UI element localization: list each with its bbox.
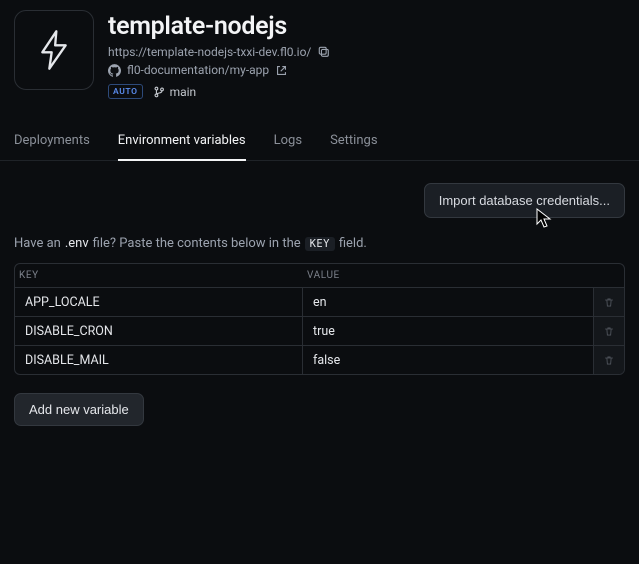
add-new-variable-button[interactable]: Add new variable [14,393,144,426]
env-value-cell[interactable]: true [303,317,594,345]
tab-environment-variables[interactable]: Environment variables [118,125,246,160]
hint-env-filename: .env [65,236,89,251]
auto-badge: AUTO [108,84,143,99]
repo-row: fl0-documentation/my-app [108,63,330,77]
github-icon [108,64,121,77]
table-row: DISABLE_MAIL false [15,345,624,374]
table-row: DISABLE_CRON true [15,316,624,345]
branch-name: main [170,85,197,99]
branch-indicator: main [153,85,197,99]
trash-icon [604,296,614,309]
env-value-cell[interactable]: en [303,288,594,316]
hint-text: Have an [14,236,61,251]
table-row: APP_LOCALE en [15,287,624,316]
git-branch-icon [153,86,165,98]
hint-key-chip: KEY [305,237,335,251]
app-header: template-nodejs https://template-nodejs-… [0,0,639,109]
tab-settings[interactable]: Settings [330,125,377,160]
env-value-cell[interactable]: false [303,346,594,374]
trash-icon [604,354,614,367]
trash-icon [604,325,614,338]
env-key-cell[interactable]: DISABLE_CRON [15,317,303,345]
app-icon [14,10,94,90]
env-hint: Have an .env file? Paste the contents be… [14,236,625,251]
hint-text: file? Paste the contents below in the [93,236,301,251]
tab-deployments[interactable]: Deployments [14,125,90,160]
delete-row-button[interactable] [594,346,624,374]
external-link-icon[interactable] [275,64,288,77]
page-title: template-nodejs [108,12,330,41]
delete-row-button[interactable] [594,288,624,316]
tab-logs[interactable]: Logs [274,125,302,160]
delete-row-button[interactable] [594,317,624,345]
content-area: Import database credentials... Have an .… [0,161,639,448]
badge-row: AUTO main [108,84,330,99]
env-var-table: KEY VALUE APP_LOCALE en DISABLE_CRON tru… [14,263,625,375]
repo-link[interactable]: fl0-documentation/my-app [127,63,269,77]
app-url-row: https://template-nodejs-txxi-dev.fl0.io/ [108,45,330,59]
header-key: KEY [15,264,303,287]
env-key-cell[interactable]: DISABLE_MAIL [15,346,303,374]
header-value: VALUE [303,264,624,287]
table-header: KEY VALUE [15,264,624,287]
tabs: Deployments Environment variables Logs S… [0,125,639,161]
app-url-link[interactable]: https://template-nodejs-txxi-dev.fl0.io/ [108,45,311,59]
import-row: Import database credentials... [14,183,625,218]
hint-text: field. [339,236,367,251]
bolt-icon [40,30,68,70]
import-database-credentials-button[interactable]: Import database credentials... [424,183,625,218]
env-key-cell[interactable]: APP_LOCALE [15,288,303,316]
header-info: template-nodejs https://template-nodejs-… [108,10,330,99]
copy-icon[interactable] [317,46,330,59]
